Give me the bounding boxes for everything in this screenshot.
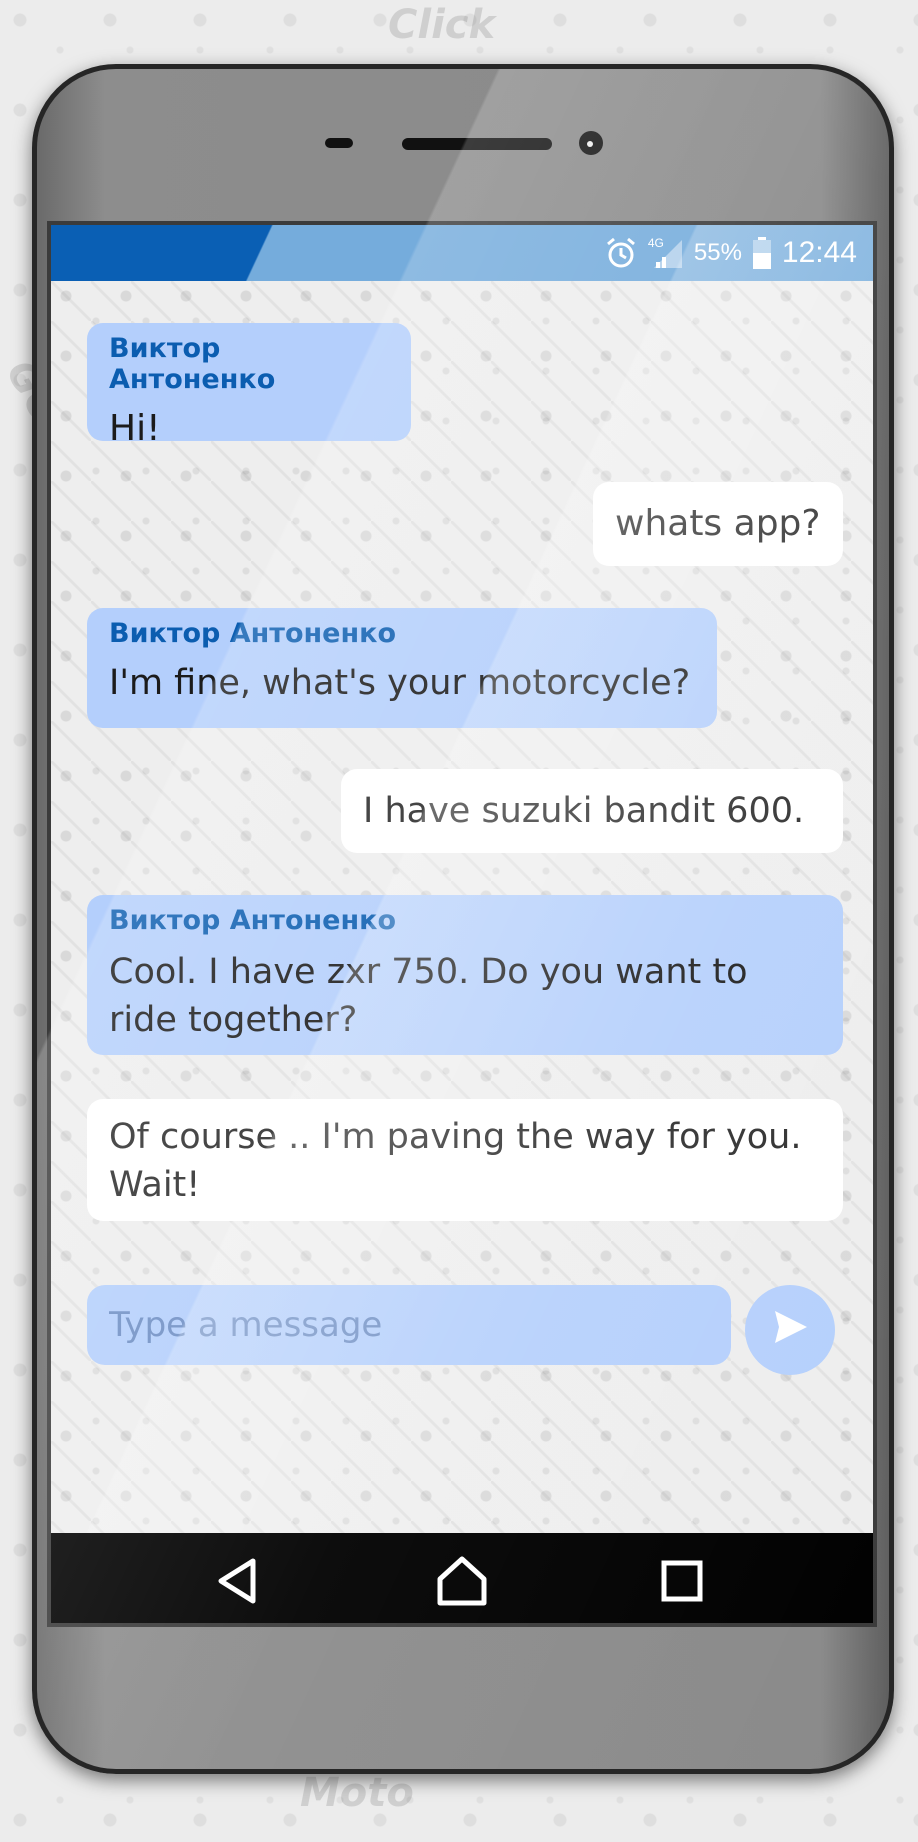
message-text: I have suzuki bandit 600.: [363, 791, 805, 831]
background-word-moto: Moto: [300, 1770, 414, 1816]
back-icon[interactable]: [211, 1553, 267, 1609]
message-incoming[interactable]: Виктор Антоненко Hi!: [87, 323, 411, 449]
message-outgoing[interactable]: I have suzuki bandit 600.: [341, 769, 843, 853]
alarm-icon: [606, 237, 635, 268]
send-icon: [775, 1311, 807, 1343]
chat-area[interactable]: Виктор Антоненко Hi! whats app? Виктор А…: [51, 281, 873, 1533]
message-text: Cool. I have zxr 750. Do you want to rid…: [109, 952, 748, 1040]
front-camera: [579, 131, 603, 155]
message-incoming[interactable]: Виктор Антоненко Cool. I have zxr 750. D…: [87, 895, 843, 1055]
message-incoming[interactable]: Виктор Антоненко I'm fine, what's your m…: [87, 608, 717, 728]
sender-name: Виктор Антоненко: [109, 618, 396, 649]
composer: [51, 1285, 873, 1375]
status-bar: 4G 55% 12:44: [51, 225, 873, 281]
sender-name: Виктор Антоненко: [109, 905, 396, 936]
phone-frame: 4G 55% 12:44 Виктор Антоненко Hi! whats …: [32, 64, 894, 1774]
clock: 12:44: [781, 236, 857, 269]
sensor: [325, 138, 353, 148]
message-outgoing[interactable]: Of course .. I'm paving the way for you.…: [87, 1099, 843, 1221]
recents-icon[interactable]: [654, 1553, 710, 1609]
home-icon[interactable]: [434, 1553, 490, 1609]
message-outgoing[interactable]: whats app?: [593, 482, 843, 566]
message-text: Hi!: [109, 408, 161, 449]
send-button[interactable]: [745, 1285, 835, 1375]
signal-icon: 4G: [648, 236, 684, 270]
navigation-bar: [51, 1533, 873, 1623]
phone-screen: 4G 55% 12:44 Виктор Антоненко Hi! whats …: [47, 221, 877, 1627]
message-text: whats app?: [615, 503, 821, 544]
background-word-click: Click: [388, 2, 496, 48]
earpiece-speaker: [402, 138, 552, 150]
battery-percent: 55%: [693, 239, 742, 266]
battery-icon: [752, 237, 771, 269]
message-text: I'm fine, what's your motorcycle?: [109, 663, 691, 703]
message-input[interactable]: [87, 1285, 731, 1365]
sender-name: Виктор Антоненко: [109, 333, 276, 395]
message-text: Of course .. I'm paving the way for you.…: [109, 1117, 802, 1205]
